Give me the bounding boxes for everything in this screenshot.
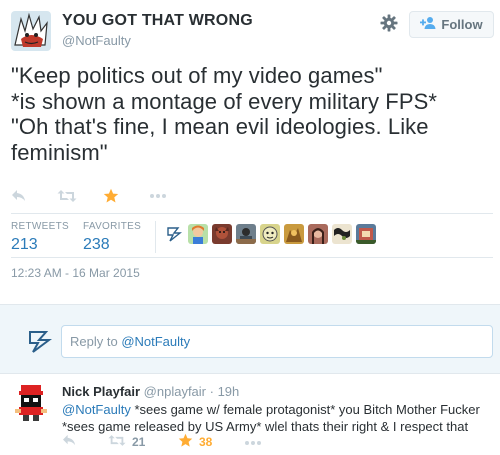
favoriters-avatars: [164, 224, 376, 244]
reply-text: @NotFaulty *sees game w/ female protagon…: [62, 401, 494, 435]
retweet-button[interactable]: [57, 186, 103, 206]
reply-author-line: Nick Playfair @nplayfair · 19h: [62, 384, 239, 399]
reply-tweet-actions: 21 38: [62, 433, 262, 451]
reply-reply-button[interactable]: [62, 434, 108, 450]
reply-icon: [62, 434, 77, 450]
reply-favorite-button[interactable]: 38: [178, 433, 244, 451]
favorites-count: 238: [83, 236, 110, 253]
add-user-icon: [420, 16, 436, 33]
reply-author-avatar[interactable]: [11, 383, 51, 423]
more-button[interactable]: [149, 186, 195, 206]
star-icon: [178, 433, 193, 451]
reply-composer: Reply to @NotFaulty: [0, 304, 500, 374]
reply-favorite-count: 38: [199, 435, 213, 449]
star-icon: [103, 188, 119, 204]
favoriter-avatar[interactable]: [260, 224, 280, 244]
favorites-stat[interactable]: FAVORITES 238: [83, 221, 141, 254]
reply-more-button[interactable]: [244, 435, 262, 449]
reply-button[interactable]: [11, 186, 57, 206]
author-name[interactable]: YOU GOT THAT WRONG: [62, 12, 253, 30]
tweet-timestamp[interactable]: 12:23 AM - 16 Mar 2015: [11, 266, 140, 280]
favoriter-avatar[interactable]: [308, 224, 328, 244]
favoriter-avatar[interactable]: [236, 224, 256, 244]
favoriter-avatar[interactable]: [212, 224, 232, 244]
reply-retweet-count: 21: [132, 435, 146, 449]
tweet-actions: [11, 186, 195, 206]
reply-mention: @NotFaulty: [121, 334, 191, 349]
favoriter-avatar[interactable]: [188, 224, 208, 244]
main-tweet: YOU GOT THAT WRONG @NotFaulty Follow "Ke…: [0, 0, 500, 304]
tweet-text-line: *is shown a montage of every military FP…: [11, 88, 438, 114]
retweets-stat[interactable]: RETWEETS 213: [11, 221, 69, 254]
favoriter-avatar[interactable]: [164, 224, 184, 244]
tweet-text-line: "Oh that's fine, I mean evil ideologies.…: [11, 114, 429, 139]
gear-icon[interactable]: [380, 14, 398, 32]
tweet-text-line: "Keep politics out of my video games": [11, 63, 383, 88]
reply-retweet-button[interactable]: 21: [108, 434, 178, 450]
reply-author-name[interactable]: Nick Playfair: [62, 384, 140, 399]
retweets-count: 213: [11, 236, 38, 253]
author-handle[interactable]: @NotFaulty: [62, 33, 131, 48]
favoriter-avatar[interactable]: [356, 224, 376, 244]
retweet-icon: [57, 189, 77, 203]
favoriter-avatar[interactable]: [284, 224, 304, 244]
favorites-label: FAVORITES: [83, 221, 142, 232]
reply-input[interactable]: Reply to @NotFaulty: [61, 325, 493, 358]
reply-prefix: Reply to: [70, 334, 122, 349]
current-user-avatar: [25, 327, 53, 355]
divider: [11, 257, 493, 258]
stat-separator: [155, 221, 156, 253]
tweet-text-line: feminism": [11, 139, 108, 165]
follow-label: Follow: [441, 17, 483, 32]
favoriter-avatar[interactable]: [332, 224, 352, 244]
reply-icon: [11, 189, 27, 203]
reply-author-handle[interactable]: @nplayfair: [144, 384, 206, 399]
reply-tweet: Nick Playfair @nplayfair · 19h @NotFault…: [0, 374, 500, 455]
reply-text-mention[interactable]: @NotFaulty: [62, 402, 131, 417]
reply-time[interactable]: · 19h: [210, 384, 240, 399]
favorite-button[interactable]: [103, 186, 149, 206]
more-icon: [244, 435, 262, 449]
more-icon: [149, 193, 167, 199]
author-avatar[interactable]: [11, 11, 51, 51]
divider: [11, 213, 493, 214]
retweet-icon: [108, 434, 126, 450]
tweet-text: "Keep politics out of my video games" *i…: [11, 63, 493, 165]
follow-button[interactable]: Follow: [409, 11, 494, 38]
retweets-label: RETWEETS: [11, 221, 69, 232]
